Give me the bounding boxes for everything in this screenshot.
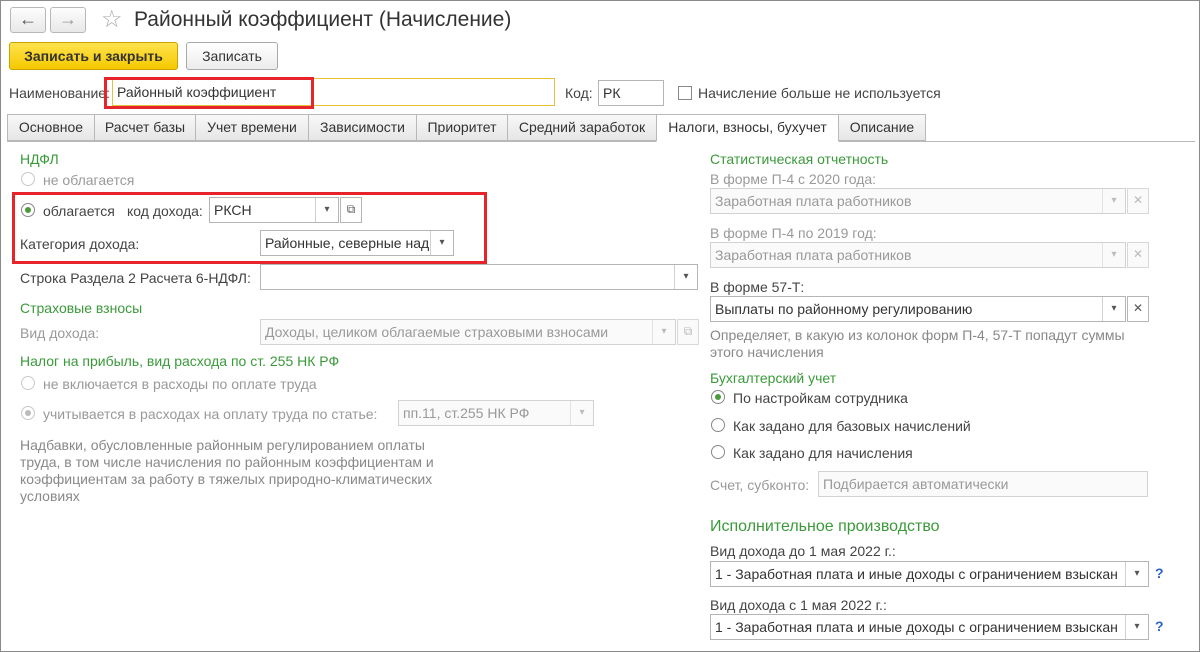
enforcement-after-value: 1 - Заработная плата и иные доходы с огр… (715, 619, 1118, 635)
stats-note: Определяет, в какую из колонок форм П-4,… (710, 327, 1125, 360)
profit-tax-note: Надбавки, обусловленные районным регулир… (20, 437, 434, 504)
chevron-down-icon[interactable]: ▾ (1102, 297, 1125, 321)
p4-2020-value: Заработная плата работников (715, 193, 912, 209)
enforcement-before-value: 1 - Заработная плата и иные доходы с огр… (715, 566, 1118, 582)
save-button[interactable]: Записать (186, 42, 278, 70)
tab-average-earnings[interactable]: Средний заработок (507, 114, 657, 141)
unused-checkbox[interactable] (678, 86, 692, 100)
accounting-opt3-label: Как задано для начисления (733, 445, 913, 461)
p4-2019-label: В форме П-4 по 2019 год: (710, 225, 877, 241)
chevron-down-icon[interactable]: ▾ (1125, 562, 1148, 586)
enforcement-heading: Исполнительное производство (710, 518, 940, 535)
tab-main[interactable]: Основное (7, 114, 95, 141)
back-button[interactable]: ← (10, 7, 46, 33)
insurance-income-type-select[interactable]: Доходы, целиком облагаемые страховыми вз… (260, 319, 676, 345)
unused-label: Начисление больше не используется (698, 85, 941, 101)
profit-included-radio[interactable] (21, 406, 35, 420)
save-and-close-button[interactable]: Записать и закрыть (9, 42, 178, 70)
f57-select[interactable]: Выплаты по районному регулированию ▾ (710, 296, 1126, 322)
enforcement-after-select[interactable]: 1 - Заработная плата и иные доходы с огр… (710, 614, 1149, 640)
insurance-income-type-value: Доходы, целиком облагаемые страховыми вз… (265, 324, 609, 340)
f57-label: В форме 57-Т: (710, 279, 805, 295)
insurance-heading: Страховые взносы (20, 300, 143, 316)
accounting-opt1-label: По настройкам сотрудника (733, 390, 908, 406)
chevron-down-icon[interactable]: ▾ (1102, 189, 1125, 213)
tab-priority[interactable]: Приоритет (416, 114, 508, 141)
chevron-down-icon[interactable]: ▾ (1125, 615, 1148, 639)
ndfl-not-taxed-radio[interactable] (21, 172, 35, 186)
chevron-down-icon[interactable]: ▾ (674, 265, 697, 289)
code-input[interactable]: РК (598, 80, 664, 106)
tab-taxes[interactable]: Налоги, взносы, бухучет (656, 114, 839, 142)
help-icon[interactable]: ? (1155, 618, 1164, 634)
p4-2019-select[interactable]: Заработная плата работников ▾ (710, 242, 1126, 268)
enforcement-before-label: Вид дохода до 1 мая 2022 г.: (710, 543, 896, 559)
tab-description[interactable]: Описание (838, 114, 926, 141)
article-select[interactable]: пп.11, ст.255 НК РФ ▾ (398, 400, 594, 426)
arrow-right-icon: → (59, 9, 77, 29)
section2-select[interactable]: ▾ (260, 264, 698, 290)
accounting-heading: Бухгалтерский учет (710, 370, 837, 386)
insurance-income-type-label: Вид дохода: (20, 325, 100, 341)
p4-2020-label: В форме П-4 с 2020 года: (710, 171, 877, 187)
ndfl-not-taxed-label: не облагается (43, 172, 135, 188)
accounting-opt2-radio[interactable] (711, 418, 725, 432)
account-input[interactable]: Подбирается автоматически (818, 471, 1148, 497)
tab-time-accounting[interactable]: Учет времени (195, 114, 309, 141)
clear-icon[interactable]: ✕ (1127, 242, 1149, 268)
profit-not-included-radio[interactable] (21, 376, 35, 390)
p4-2019-value: Заработная плата работников (715, 247, 912, 263)
article-value: пп.11, ст.255 НК РФ (403, 405, 530, 421)
tab-bar: Основное Расчет базы Учет времени Зависи… (7, 114, 1195, 142)
favorite-star-icon[interactable]: ☆ (101, 8, 123, 32)
ndfl-heading: НДФЛ (20, 151, 59, 167)
accounting-opt3-radio[interactable] (711, 445, 725, 459)
f57-value: Выплаты по районному регулированию (715, 301, 973, 317)
chevron-down-icon[interactable]: ▾ (652, 320, 675, 344)
highlight-box-name (104, 77, 314, 109)
help-icon[interactable]: ? (1155, 565, 1164, 581)
p4-2020-select[interactable]: Заработная плата работников ▾ (710, 188, 1126, 214)
chevron-down-icon[interactable]: ▾ (570, 401, 593, 425)
accounting-opt1-radio[interactable] (711, 390, 725, 404)
tab-dependencies[interactable]: Зависимости (308, 114, 417, 141)
accounting-opt2-label: Как задано для базовых начислений (733, 418, 971, 434)
clear-icon[interactable]: ✕ (1127, 188, 1149, 214)
arrow-left-icon: ← (19, 9, 37, 29)
page-title: Районный коэффициент (Начисление) (134, 8, 512, 31)
enforcement-after-label: Вид дохода с 1 мая 2022 г.: (710, 597, 887, 613)
profit-included-label: учитывается в расходах на оплату труда п… (43, 406, 378, 422)
tab-base-calc[interactable]: Расчет базы (94, 114, 196, 141)
profit-tax-heading: Налог на прибыль, вид расхода по ст. 255… (20, 353, 340, 369)
code-label: Код: (565, 85, 593, 101)
enforcement-before-select[interactable]: 1 - Заработная плата и иные доходы с огр… (710, 561, 1149, 587)
account-label: Счет, субконто: (710, 477, 810, 493)
chevron-down-icon[interactable]: ▾ (1102, 243, 1125, 267)
forward-button[interactable]: → (50, 7, 86, 33)
open-icon[interactable]: ⧉ (677, 319, 699, 345)
stats-heading: Статистическая отчетность (710, 151, 889, 167)
name-label: Наименование: (9, 85, 110, 101)
profit-not-included-label: не включается в расходы по оплате труда (43, 376, 317, 392)
highlight-box-ndfl (12, 192, 487, 264)
section2-label: Строка Раздела 2 Расчета 6-НДФЛ: (20, 270, 251, 286)
clear-icon[interactable]: ✕ (1127, 296, 1149, 322)
